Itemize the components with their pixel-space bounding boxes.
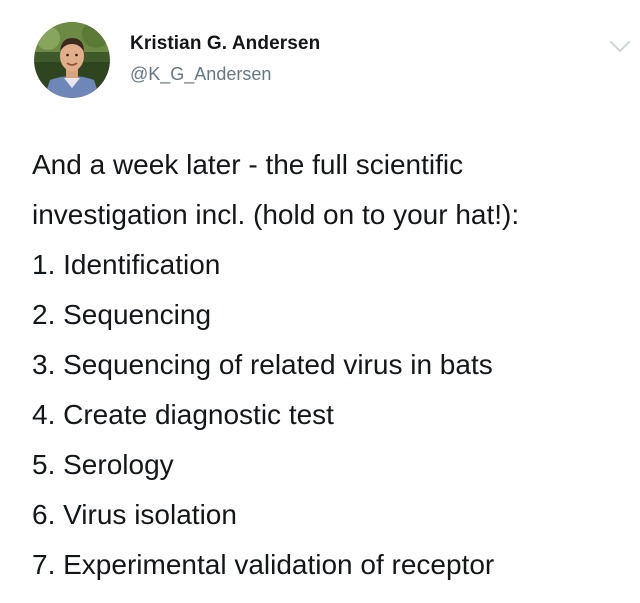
chevron-down-icon[interactable] <box>609 40 631 54</box>
profile-photo-icon <box>34 22 110 98</box>
tweet-line: 5. Serology <box>32 449 174 480</box>
tweet-line: 4. Create diagnostic test <box>32 399 334 430</box>
tweet-text: And a week later - the full scientific i… <box>32 140 632 590</box>
avatar[interactable] <box>34 22 110 98</box>
tweet-card: Kristian G. Andersen @K_G_Andersen And a… <box>0 0 640 603</box>
tweet-line: 7. Experimental validation of receptor <box>32 549 495 580</box>
tweet-line: 3. Sequencing of related virus in bats <box>32 349 493 380</box>
tweet-line: 2. Sequencing <box>32 299 212 330</box>
tweet-line: 6. Virus isolation <box>32 499 237 530</box>
tweet-line: 1. Identification <box>32 249 221 280</box>
author-handle[interactable]: @K_G_Andersen <box>130 64 271 85</box>
author-name[interactable]: Kristian G. Andersen <box>130 33 320 55</box>
tweet-line: And a week later - the full scientific <box>32 149 464 180</box>
tweet-line: investigation incl. (hold on to your hat… <box>32 199 520 230</box>
